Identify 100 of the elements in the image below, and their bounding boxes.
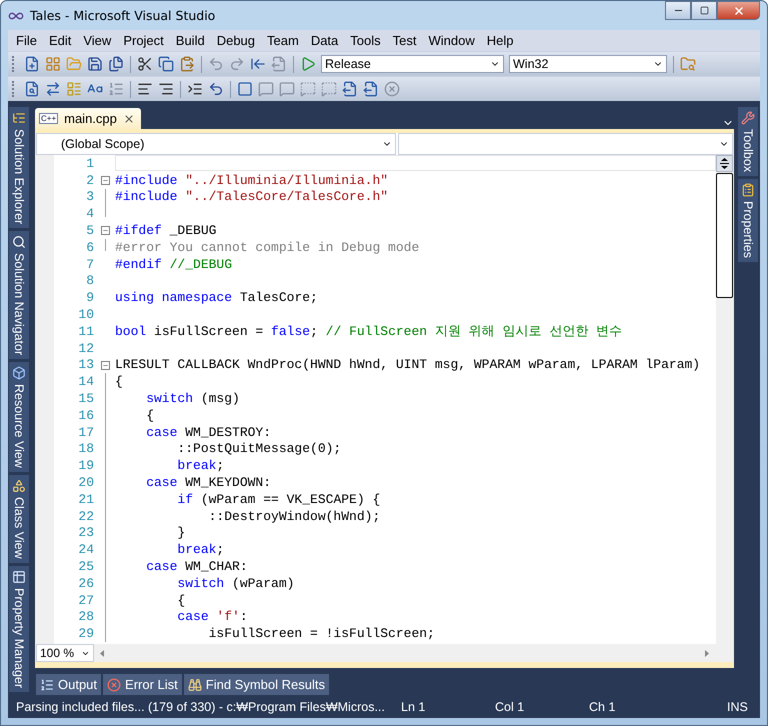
splitter-icon	[720, 158, 729, 169]
side-tab[interactable]: Solution Navigator	[9, 231, 29, 360]
close-icon[interactable]	[122, 112, 135, 124]
menu-item[interactable]: Project	[117, 33, 170, 48]
line-number: 8	[85, 273, 94, 288]
copy-icon[interactable]	[158, 56, 174, 72]
clipboard-icon	[741, 183, 755, 198]
line-number: 28	[77, 609, 94, 624]
menu-item[interactable]: File	[10, 33, 43, 48]
splitter-button[interactable]	[716, 155, 733, 172]
side-tab[interactable]: Solution Explorer	[9, 107, 29, 228]
maximize-button[interactable]	[691, 1, 717, 20]
panel-tab[interactable]: Error List	[103, 674, 182, 695]
menu-item[interactable]: Test	[386, 33, 422, 48]
document-previous-icon[interactable]	[342, 81, 358, 97]
menu-item[interactable]: Tools	[344, 33, 387, 48]
side-tab[interactable]: Property Manager	[9, 566, 29, 692]
maximize-icon	[700, 6, 708, 15]
new-file-icon[interactable]	[24, 56, 40, 72]
code-line: #include "../TalesCore/TalesCore.h"	[115, 189, 388, 204]
side-tab[interactable]: Properties	[738, 179, 758, 262]
save-all-icon[interactable]	[108, 56, 124, 72]
line-number: 17	[77, 424, 94, 440]
code-line: case 'f':	[176, 609, 248, 624]
column-indicator: Col 1	[495, 700, 526, 714]
code-line: ::DestroyWindow(hWnd);	[208, 508, 380, 524]
document-tab[interactable]: C++ main.cpp	[35, 108, 141, 129]
table-icon	[12, 570, 26, 584]
shapes-icon	[12, 479, 26, 494]
code-line: switch (wParam)	[176, 576, 294, 591]
indent-icon[interactable]	[158, 81, 174, 97]
folder-search-icon[interactable]	[680, 56, 696, 72]
line-number: 7	[85, 256, 94, 272]
line-number: 19	[77, 458, 94, 474]
window-title: Tales - Microsoft Visual Studio	[30, 8, 216, 23]
line-number: 12	[77, 340, 94, 356]
navigate-icon[interactable]	[250, 56, 266, 72]
panel-tab[interactable]: Find Symbol Results	[184, 674, 329, 695]
line-number: 23	[77, 525, 94, 540]
file-icon[interactable]	[24, 81, 40, 97]
code-line: ::PostQuitMessage(0);	[176, 441, 342, 456]
side-tab[interactable]: Class View	[9, 475, 29, 563]
line-number: 14	[77, 374, 94, 390]
search-icon	[12, 235, 26, 250]
line-number: 26	[77, 576, 94, 591]
tree-icon	[12, 111, 26, 125]
swap-icon[interactable]	[45, 81, 61, 97]
cut-icon[interactable]	[137, 56, 153, 72]
code-line: case WM_KEYDOWN:	[145, 475, 272, 490]
platform-dropdown[interactable]: Win32	[509, 55, 667, 73]
menu-item[interactable]: Build	[170, 33, 211, 48]
side-tab[interactable]: Resource View	[9, 362, 29, 472]
insert-mode: INS	[727, 700, 749, 714]
status-message: Parsing included files... (179 of 330) - c:₩Program Files₩Micros...	[16, 700, 386, 714]
outdent-icon[interactable]	[137, 81, 153, 97]
scope-dropdown[interactable]: (Global Scope)	[36, 133, 396, 155]
line-number: 22	[77, 508, 94, 524]
code-line: {	[115, 374, 123, 390]
grid-icon[interactable]	[45, 56, 61, 72]
zoom-dropdown[interactable]: 100 %	[36, 644, 94, 662]
line-number: 15	[77, 391, 94, 406]
cpp-file-icon: C++	[39, 113, 58, 124]
line-number: 9	[85, 290, 94, 306]
line-number: 29	[77, 626, 94, 642]
side-tab[interactable]: Toolbox	[738, 107, 758, 176]
menu-item[interactable]: Data	[304, 33, 344, 48]
code-line: if (wParam == VK_ESCAPE) {	[176, 492, 380, 507]
panel-tab[interactable]: Output	[36, 674, 102, 695]
line-number: 16	[77, 408, 94, 423]
menu-item[interactable]: Window	[422, 33, 481, 48]
close-button[interactable]	[717, 1, 760, 20]
line-number: 27	[77, 592, 94, 608]
code-line: bool isFullScreen = false; // FullScreen 지원 위해 임시로 선언한 변수	[115, 324, 622, 339]
collapse-icon[interactable]	[101, 176, 110, 185]
line-number: 20	[77, 475, 94, 490]
menu-item[interactable]: Team	[261, 33, 305, 48]
close-icon	[732, 4, 744, 16]
error-icon	[107, 678, 122, 692]
code-line: {	[145, 408, 154, 423]
play-icon[interactable]	[300, 56, 316, 72]
minimize-button[interactable]	[665, 1, 691, 20]
menu-item[interactable]: Help	[480, 33, 520, 48]
line-number: 4	[85, 206, 94, 222]
paste-icon[interactable]	[179, 56, 195, 72]
menu-item[interactable]: Edit	[42, 33, 78, 48]
scroll-right-icon[interactable]	[705, 650, 709, 656]
code-line: break;	[176, 458, 224, 474]
save-icon[interactable]	[87, 56, 103, 72]
document-next-icon[interactable]	[363, 81, 379, 97]
menu-item[interactable]: View	[77, 33, 118, 48]
configuration-dropdown[interactable]: Release	[321, 55, 504, 73]
line-number: 6	[85, 240, 94, 255]
scroll-left-icon[interactable]	[100, 650, 104, 656]
menu-item[interactable]: Debug	[210, 33, 262, 48]
line-indicator: Ln 1	[401, 700, 426, 714]
collapse-icon[interactable]	[101, 360, 110, 370]
code-line: LRESULT CALLBACK WndProc(HWND hWnd, UINT msg, WPARAM wParam, LPARAM lParam)	[115, 357, 700, 372]
scroll-thumb[interactable]	[716, 173, 733, 298]
collapse-icon[interactable]	[101, 226, 110, 236]
comment-lines-icon[interactable]	[187, 81, 203, 97]
